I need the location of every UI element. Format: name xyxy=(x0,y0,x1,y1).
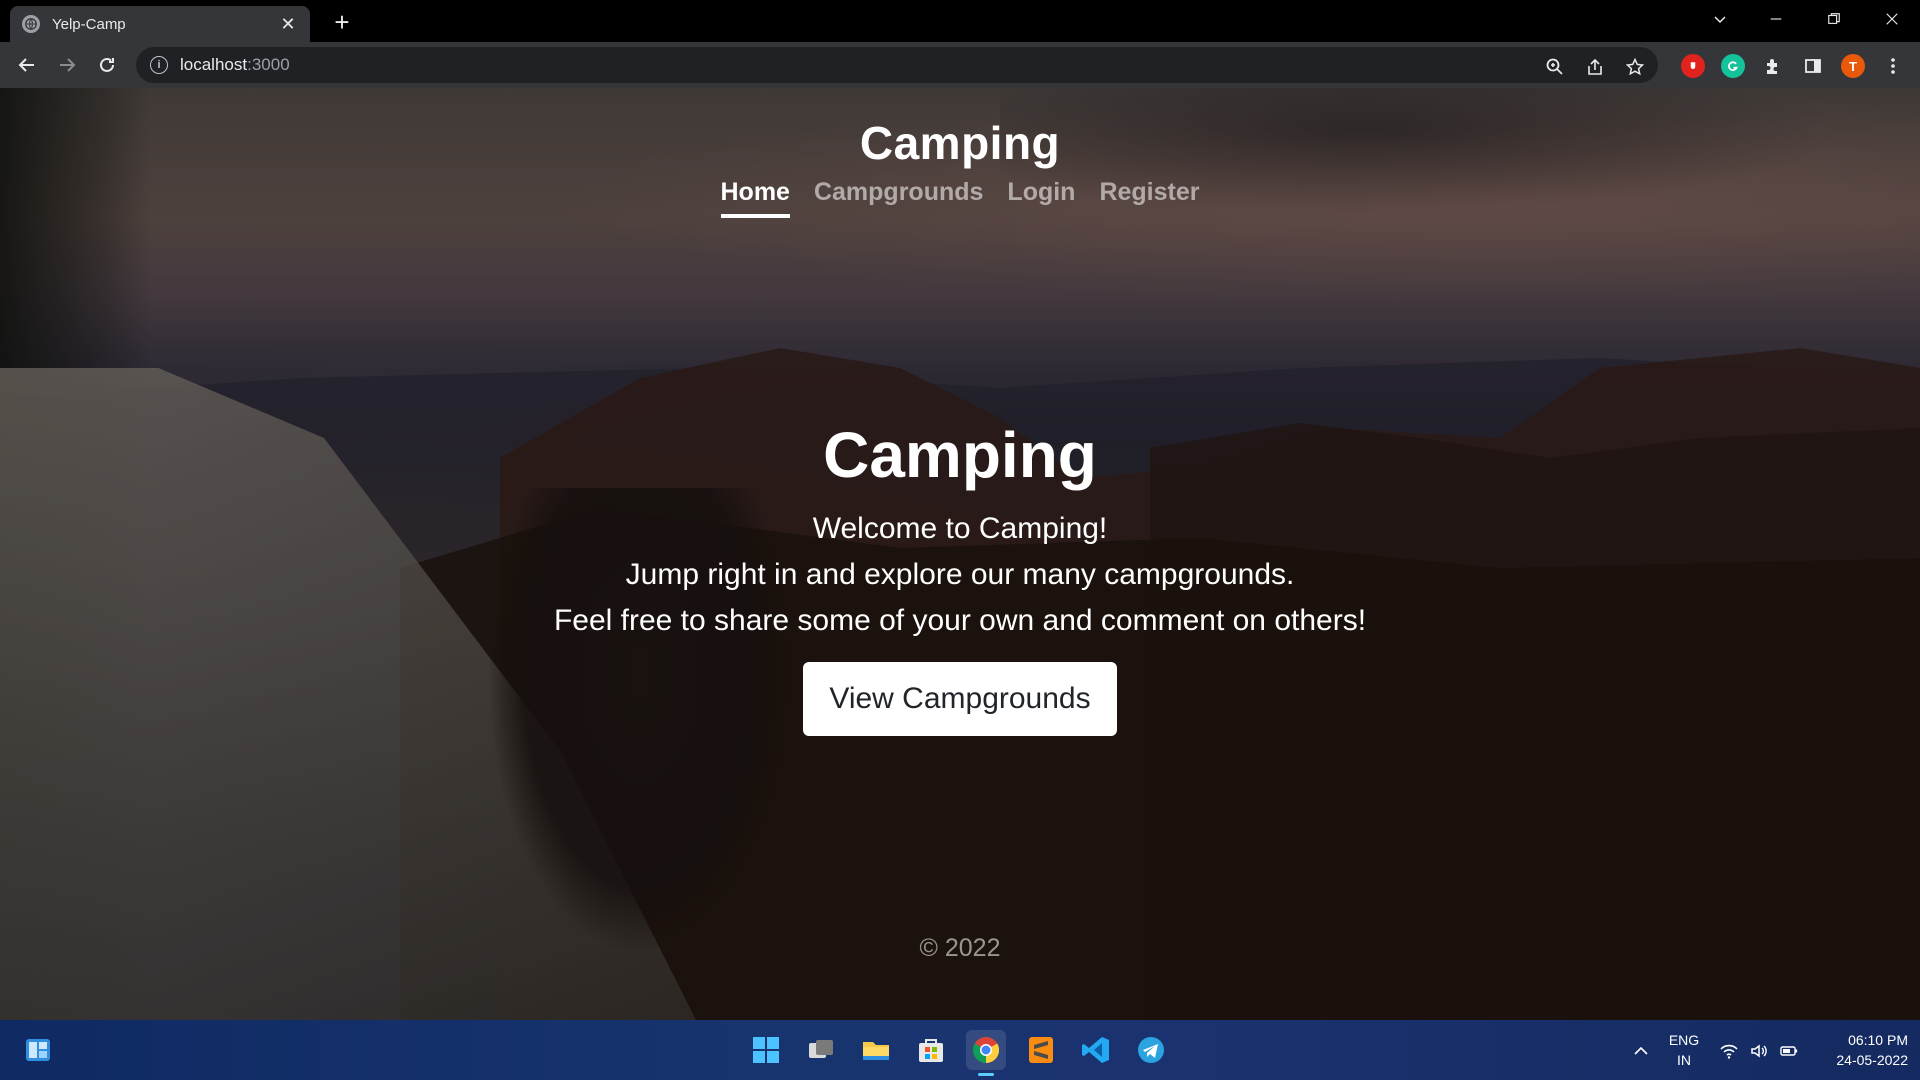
page-viewport: Camping Home Campgrounds Login Register … xyxy=(0,88,1920,1020)
main-nav: Home Campgrounds Login Register xyxy=(0,176,1920,218)
tab-search-chevron-icon[interactable] xyxy=(1692,0,1748,38)
telegram-icon[interactable] xyxy=(1131,1030,1171,1070)
browser-tab-bar: Yelp-Camp ✕ + xyxy=(0,0,1920,42)
forward-arrow-icon[interactable] xyxy=(51,49,83,81)
share-icon[interactable] xyxy=(1584,56,1606,78)
language-code: ENG xyxy=(1668,1032,1700,1048)
region-code: IN xyxy=(1677,1052,1691,1068)
clock-date: 24-05-2022 xyxy=(1836,1052,1908,1068)
wifi-icon[interactable] xyxy=(1718,1040,1740,1062)
clock-time: 06:10 PM xyxy=(1848,1032,1908,1048)
more-menu-icon[interactable] xyxy=(1881,54,1905,78)
vscode-icon[interactable] xyxy=(1076,1030,1116,1070)
hero-line-explore: Jump right in and explore our many campg… xyxy=(625,558,1295,591)
nav-link-campgrounds[interactable]: Campgrounds xyxy=(802,176,995,214)
task-view-icon[interactable] xyxy=(801,1030,841,1070)
brand-title: Camping xyxy=(859,117,1061,169)
adblock-extension-icon[interactable] xyxy=(1681,54,1705,78)
bookmark-star-icon[interactable] xyxy=(1624,56,1646,78)
taskbar: ENG IN 06:10 PM 24-05-2022 xyxy=(0,1020,1920,1080)
hero-line-welcome: Welcome to Camping! xyxy=(812,512,1108,545)
chrome-icon[interactable] xyxy=(966,1030,1006,1076)
battery-icon[interactable] xyxy=(1778,1040,1800,1062)
hero-section: Camping Welcome to Camping! Jump right i… xyxy=(0,418,1920,736)
hero-title: Camping xyxy=(823,419,1097,491)
page-footer: © 2022 xyxy=(919,934,1001,962)
new-tab-button[interactable]: + xyxy=(326,6,358,38)
url-host: localhost xyxy=(180,55,248,74)
close-window-icon[interactable] xyxy=(1864,0,1920,38)
clock[interactable]: 06:10 PM 24-05-2022 xyxy=(1808,1030,1908,1070)
grammarly-extension-icon[interactable] xyxy=(1721,54,1745,78)
nav-link-login[interactable]: Login xyxy=(995,176,1087,214)
globe-icon xyxy=(22,15,40,33)
close-tab-icon[interactable]: ✕ xyxy=(278,14,298,35)
active-app-indicator xyxy=(978,1073,994,1076)
language-indicator[interactable]: ENG IN xyxy=(1664,1030,1704,1070)
url-port: :3000 xyxy=(247,55,290,74)
back-arrow-icon[interactable] xyxy=(11,49,43,81)
browser-tab[interactable]: Yelp-Camp ✕ xyxy=(10,6,310,42)
site-info-icon[interactable]: i xyxy=(150,56,168,74)
reload-icon[interactable] xyxy=(91,49,123,81)
restore-icon[interactable] xyxy=(1806,0,1862,38)
view-campgrounds-button[interactable]: View Campgrounds xyxy=(803,662,1117,736)
minimize-icon[interactable] xyxy=(1748,0,1804,38)
volume-icon[interactable] xyxy=(1748,1040,1770,1062)
tab-title: Yelp-Camp xyxy=(52,15,126,33)
sublime-text-icon[interactable] xyxy=(1021,1030,1061,1070)
show-hidden-icons-chevron-icon[interactable] xyxy=(1630,1040,1652,1062)
microsoft-store-icon[interactable] xyxy=(911,1030,951,1070)
windows-start-icon[interactable] xyxy=(746,1030,786,1070)
extensions-puzzle-icon[interactable] xyxy=(1761,54,1785,78)
side-panel-icon[interactable] xyxy=(1801,54,1825,78)
nav-link-home[interactable]: Home xyxy=(709,176,802,218)
file-explorer-icon[interactable] xyxy=(856,1030,896,1070)
hero-line-share: Feel free to share some of your own and … xyxy=(553,604,1367,637)
widgets-icon[interactable] xyxy=(18,1030,58,1070)
browser-toolbar: i localhost:3000 T xyxy=(0,42,1920,88)
zoom-icon[interactable] xyxy=(1544,56,1566,78)
nav-link-register[interactable]: Register xyxy=(1087,176,1211,214)
address-bar[interactable]: i localhost:3000 xyxy=(136,47,1658,83)
profile-avatar[interactable]: T xyxy=(1841,54,1865,78)
